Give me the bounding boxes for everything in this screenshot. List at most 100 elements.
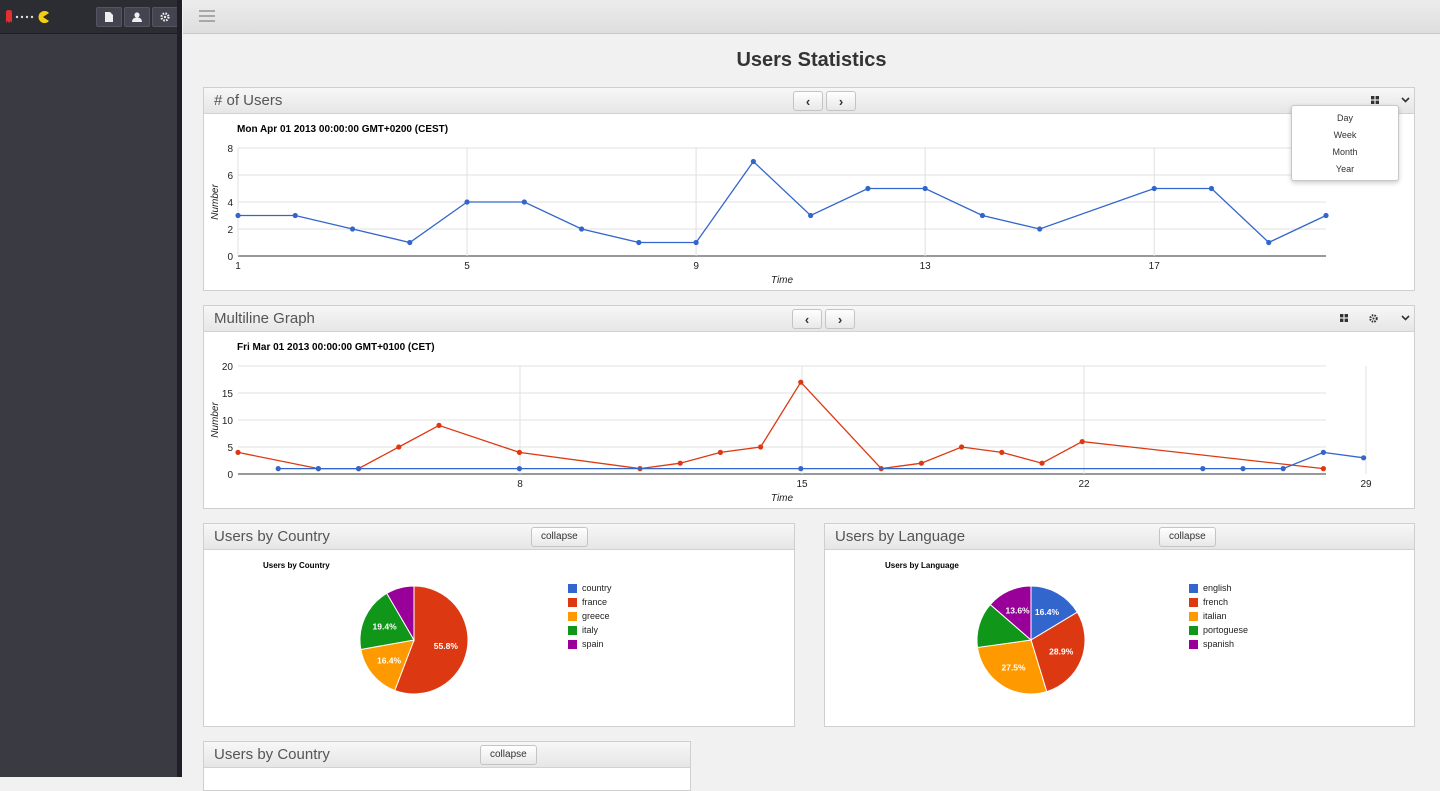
- data-point: [1208, 185, 1215, 192]
- next-button[interactable]: ›: [825, 309, 855, 329]
- sidebar-edge: [177, 0, 181, 777]
- pie-legend: english french italian portoguese spanish: [1189, 581, 1248, 651]
- data-point: [275, 466, 281, 472]
- x-tick-label: 22: [1078, 479, 1090, 490]
- sidebar: [0, 0, 182, 777]
- data-point: [315, 466, 321, 472]
- legend-label: spain: [582, 639, 604, 649]
- slice-label: 27.5%: [1001, 662, 1026, 672]
- panel-header: Users by Language collapse: [825, 524, 1414, 550]
- data-point: [436, 422, 442, 428]
- y-tick-label: 0: [227, 470, 233, 481]
- prev-button[interactable]: ‹: [792, 309, 822, 329]
- grid-icon[interactable]: [1337, 311, 1351, 325]
- data-point: [235, 212, 241, 219]
- legend-label: spanish: [1203, 639, 1235, 649]
- data-point: [464, 199, 470, 205]
- gear-icon[interactable]: [1366, 311, 1380, 325]
- collapse-button[interactable]: collapse: [480, 745, 537, 765]
- dropdown-item-year[interactable]: Year: [1292, 161, 1398, 178]
- pie-title: Users by Language: [885, 561, 959, 570]
- slice-label: 28.9%: [1049, 647, 1074, 657]
- data-point: [1280, 466, 1286, 472]
- legend-label: greece: [582, 611, 610, 621]
- chevron-right-icon: ›: [838, 93, 844, 109]
- legend-swatch: [1189, 625, 1198, 635]
- dropdown-item-month[interactable]: Month: [1292, 144, 1398, 161]
- country-pie-chart: 55.8% 16.4% 19.4%: [359, 585, 469, 695]
- data-point: [693, 239, 699, 246]
- data-point: [1323, 212, 1329, 219]
- dropdown-item-day[interactable]: Day: [1292, 110, 1398, 127]
- legend-swatch: [568, 639, 577, 649]
- x-tick-label: 15: [796, 479, 808, 490]
- y-tick-label: 6: [227, 171, 233, 182]
- prev-button[interactable]: ‹: [793, 91, 823, 111]
- panel-title: # of Users: [214, 92, 283, 109]
- data-point: [959, 444, 965, 450]
- x-tick-label: 9: [693, 261, 699, 272]
- chevron-left-icon: ‹: [804, 311, 810, 327]
- data-point: [516, 466, 522, 472]
- legend-item: france: [568, 595, 612, 609]
- menu-icon[interactable]: [199, 10, 215, 24]
- y-tick-label: 5: [227, 443, 233, 454]
- user-icon: [132, 12, 142, 22]
- data-point: [922, 185, 928, 192]
- data-point: [235, 449, 241, 455]
- page-title: Users Statistics: [736, 49, 887, 71]
- data-point: [407, 239, 413, 246]
- legend-item: french: [1189, 595, 1248, 609]
- chevron-down-icon[interactable]: [1398, 311, 1412, 325]
- data-point: [1320, 466, 1326, 472]
- chevron-down-icon[interactable]: [1398, 93, 1412, 107]
- data-point: [292, 212, 298, 219]
- legend-item: italian: [1189, 609, 1248, 623]
- x-tick-label: 5: [464, 261, 470, 272]
- legend-item: english: [1189, 581, 1248, 595]
- legend-swatch: [568, 625, 577, 635]
- slice-label: 16.4%: [377, 656, 402, 666]
- top-bar: [183, 0, 1440, 34]
- legend-swatch: [568, 611, 577, 621]
- dropdown-item-week[interactable]: Week: [1292, 127, 1398, 144]
- panel-header: Users by Country collapse: [204, 524, 794, 550]
- data-point: [349, 226, 356, 232]
- data-point: [918, 460, 925, 466]
- legend-item: greece: [568, 609, 612, 623]
- data-point: [396, 444, 402, 450]
- slice-label: 13.6%: [1006, 606, 1031, 616]
- legend-swatch: [1189, 583, 1198, 593]
- y-tick-label: 4: [227, 198, 233, 209]
- data-point: [1151, 185, 1157, 192]
- collapse-button[interactable]: collapse: [531, 527, 588, 547]
- data-point: [1037, 226, 1043, 232]
- data-point: [578, 226, 585, 232]
- document-button[interactable]: [96, 7, 122, 27]
- settings-button[interactable]: [152, 7, 178, 27]
- x-tick-label: 17: [1149, 261, 1161, 272]
- y-tick-label: 10: [222, 416, 234, 427]
- language-panel: Users by Language collapse Users by Lang…: [824, 523, 1415, 727]
- data-point: [999, 449, 1005, 455]
- users-line-chart: 0 2 4 6 8 1 5 9 13 17 Time Number: [210, 144, 1329, 286]
- panel-header: # of Users ‹ ›: [204, 88, 1414, 114]
- data-point: [979, 212, 986, 219]
- legend-swatch: [568, 597, 577, 607]
- collapse-button[interactable]: collapse: [1159, 527, 1216, 547]
- y-tick-label: 8: [227, 144, 233, 155]
- data-point: [758, 444, 764, 450]
- data-point: [717, 449, 724, 455]
- multiline-chart: 0 5 10 15 20 8 15 22 29 Time Number: [210, 362, 1372, 504]
- data-point: [356, 466, 362, 472]
- legend-label: country: [582, 583, 612, 593]
- legend-label: portoguese: [1203, 625, 1249, 635]
- legend-item: spanish: [1189, 637, 1248, 651]
- legend-swatch: [568, 583, 577, 593]
- user-button[interactable]: [124, 7, 150, 27]
- panel-header: Multiline Graph ‹ ›: [204, 306, 1414, 332]
- y-tick-label: 0: [227, 252, 233, 263]
- period-dropdown: Day Week Month Year: [1291, 105, 1399, 181]
- next-button[interactable]: ›: [826, 91, 856, 111]
- y-axis-label: Number: [210, 402, 221, 438]
